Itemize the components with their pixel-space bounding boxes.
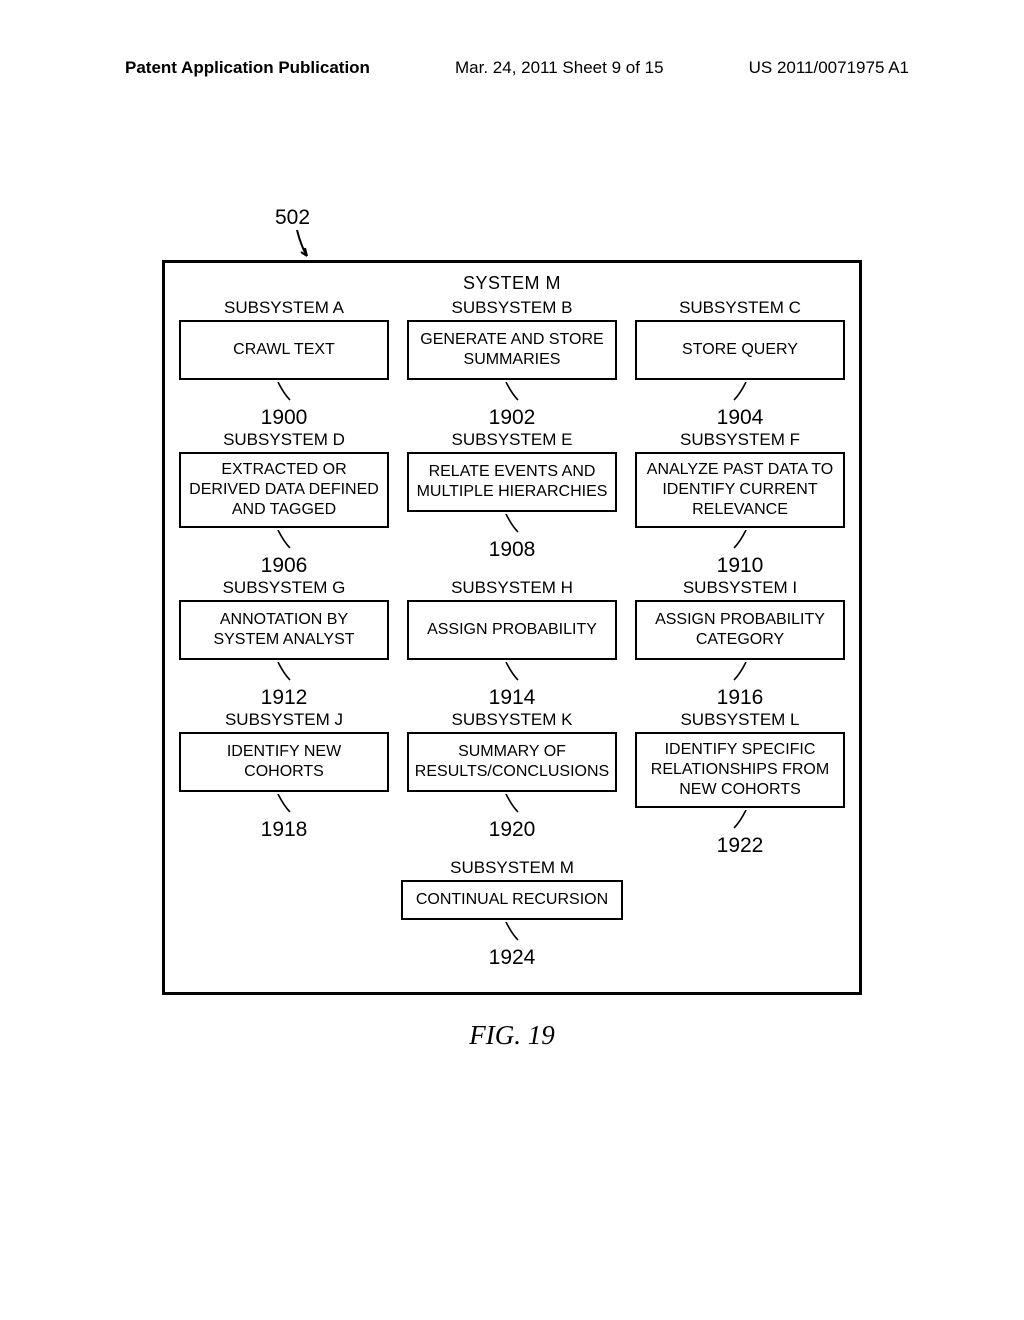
lead-line-icon xyxy=(635,662,845,686)
reference-number: 1910 xyxy=(635,554,845,578)
cell-title: SUBSYSTEM I xyxy=(635,578,845,598)
row-4: SUBSYSTEM J IDENTIFY NEW COHORTS 1918 SU… xyxy=(179,710,845,858)
cell-subsystem-c: SUBSYSTEM C STORE QUERY 1904 xyxy=(635,298,845,430)
cell-subsystem-l: SUBSYSTEM L IDENTIFY SPECIFIC RELATIONSH… xyxy=(635,710,845,858)
cell-subsystem-g: SUBSYSTEM G ANNOTATION BY SYSTEM ANALYST… xyxy=(179,578,389,710)
cell-subsystem-e: SUBSYSTEM E RELATE EVENTS AND MULTIPLE H… xyxy=(407,430,617,578)
header-left: Patent Application Publication xyxy=(125,58,370,78)
cell-subsystem-f: SUBSYSTEM F ANALYZE PAST DATA TO IDENTIF… xyxy=(635,430,845,578)
cell-title: SUBSYSTEM F xyxy=(635,430,845,450)
lead-line-icon xyxy=(635,530,845,554)
cell-subsystem-b: SUBSYSTEM B GENERATE AND STORE SUMMARIES… xyxy=(407,298,617,430)
reference-number: 1902 xyxy=(407,406,617,430)
reference-number: 1914 xyxy=(407,686,617,710)
cell-title: SUBSYSTEM G xyxy=(179,578,389,598)
header-right: US 2011/0071975 A1 xyxy=(749,58,909,78)
lead-line-icon xyxy=(635,382,845,406)
lead-line-icon xyxy=(407,382,617,406)
cell-title: SUBSYSTEM B xyxy=(407,298,617,318)
cell-subsystem-j: SUBSYSTEM J IDENTIFY NEW COHORTS 1918 xyxy=(179,710,389,858)
cell-title: SUBSYSTEM D xyxy=(179,430,389,450)
row-2: SUBSYSTEM D EXTRACTED OR DERIVED DATA DE… xyxy=(179,430,845,578)
reference-number: 1916 xyxy=(635,686,845,710)
cell-body: ANNOTATION BY SYSTEM ANALYST xyxy=(179,600,389,660)
lead-line-icon xyxy=(407,662,617,686)
reference-number: 1922 xyxy=(635,834,845,858)
cell-subsystem-a: SUBSYSTEM A CRAWL TEXT 1900 xyxy=(179,298,389,430)
page-header: Patent Application Publication Mar. 24, … xyxy=(0,58,1024,78)
cell-title: SUBSYSTEM K xyxy=(407,710,617,730)
cell-body: ANALYZE PAST DATA TO IDENTIFY CURRENT RE… xyxy=(635,452,845,528)
reference-number: 1924 xyxy=(401,946,623,970)
cell-body: ASSIGN PROBABILITY CATEGORY xyxy=(635,600,845,660)
lead-line-icon xyxy=(407,514,617,538)
lead-line-icon xyxy=(401,922,623,946)
cell-body: EXTRACTED OR DERIVED DATA DEFINED AND TA… xyxy=(179,452,389,528)
reference-number: 1900 xyxy=(179,406,389,430)
cell-subsystem-d: SUBSYSTEM D EXTRACTED OR DERIVED DATA DE… xyxy=(179,430,389,578)
cell-body: RELATE EVENTS AND MULTIPLE HIERARCHIES xyxy=(407,452,617,512)
reference-number: 1918 xyxy=(179,818,389,842)
lead-line-icon xyxy=(179,382,389,406)
cell-title: SUBSYSTEM E xyxy=(407,430,617,450)
cell-title: SUBSYSTEM C xyxy=(635,298,845,318)
cell-subsystem-i: SUBSYSTEM I ASSIGN PROBABILITY CATEGORY … xyxy=(635,578,845,710)
cell-body: CONTINUAL RECURSION xyxy=(401,880,623,920)
cell-body: GENERATE AND STORE SUMMARIES xyxy=(407,320,617,380)
cell-subsystem-h: SUBSYSTEM H ASSIGN PROBABILITY 1914 xyxy=(407,578,617,710)
cell-title: SUBSYSTEM A xyxy=(179,298,389,318)
reference-number: 1912 xyxy=(179,686,389,710)
system-m-container: SYSTEM M SUBSYSTEM A CRAWL TEXT 1900 SUB… xyxy=(162,260,862,995)
reference-number: 1908 xyxy=(407,538,617,562)
cell-body: IDENTIFY SPECIFIC RELATIONSHIPS FROM NEW… xyxy=(635,732,845,808)
system-title: SYSTEM M xyxy=(179,273,845,294)
cell-body: ASSIGN PROBABILITY xyxy=(407,600,617,660)
cell-body: CRAWL TEXT xyxy=(179,320,389,380)
cell-body: SUMMARY OF RESULTS/CONCLUSIONS xyxy=(407,732,617,792)
reference-502: 502 xyxy=(275,206,310,230)
lead-line-icon xyxy=(407,794,617,818)
reference-number: 1904 xyxy=(635,406,845,430)
cell-title: SUBSYSTEM L xyxy=(635,710,845,730)
header-center: Mar. 24, 2011 Sheet 9 of 15 xyxy=(455,58,664,78)
cell-body: IDENTIFY NEW COHORTS xyxy=(179,732,389,792)
lead-line-icon xyxy=(179,662,389,686)
cell-title: SUBSYSTEM H xyxy=(407,578,617,598)
cell-title: SUBSYSTEM J xyxy=(179,710,389,730)
lead-line-502-icon xyxy=(293,230,317,262)
row-5: SUBSYSTEM M CONTINUAL RECURSION 1924 xyxy=(179,858,845,970)
cell-subsystem-m: SUBSYSTEM M CONTINUAL RECURSION 1924 xyxy=(401,858,623,970)
cell-title: SUBSYSTEM M xyxy=(401,858,623,878)
lead-line-icon xyxy=(179,530,389,554)
cell-body: STORE QUERY xyxy=(635,320,845,380)
row-3: SUBSYSTEM G ANNOTATION BY SYSTEM ANALYST… xyxy=(179,578,845,710)
figure-caption: FIG. 19 xyxy=(0,1020,1024,1051)
reference-number: 1920 xyxy=(407,818,617,842)
lead-line-icon xyxy=(179,794,389,818)
row-1: SUBSYSTEM A CRAWL TEXT 1900 SUBSYSTEM B … xyxy=(179,298,845,430)
lead-line-icon xyxy=(635,810,845,834)
cell-subsystem-k: SUBSYSTEM K SUMMARY OF RESULTS/CONCLUSIO… xyxy=(407,710,617,858)
reference-number: 1906 xyxy=(179,554,389,578)
